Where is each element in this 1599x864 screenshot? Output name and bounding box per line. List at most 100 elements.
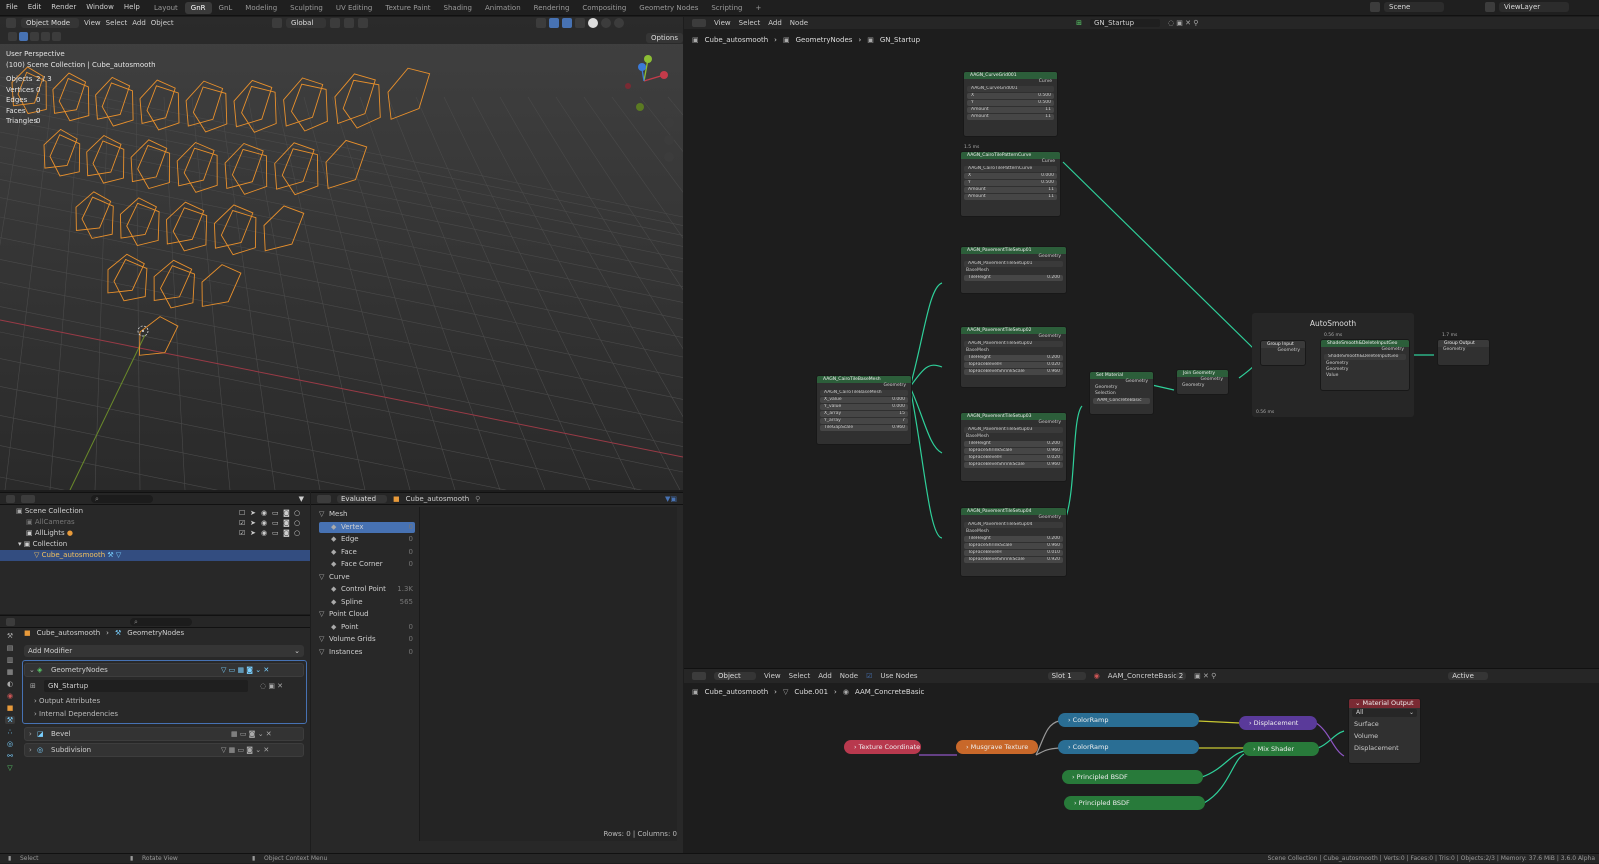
- spreadsheet-domain-instances[interactable]: ▽ Instances 0: [319, 647, 415, 658]
- field-tilegapscale[interactable]: TileGapScale 0.960: [820, 425, 908, 431]
- camera-icon[interactable]: ◙: [283, 529, 294, 537]
- node-curvegrid[interactable]: AAGN_CurveGrid001 Curve AAGN_CurveGrid00…: [963, 71, 1058, 137]
- node-group-output[interactable]: Group Output Geometry: [1437, 339, 1490, 366]
- node-displacement[interactable]: › Displacement: [1239, 716, 1317, 730]
- node-material-output[interactable]: ⌄ Material Output All ⌄ Surface Volume Di…: [1348, 698, 1421, 764]
- expand-arrow-icon[interactable]: ›: [29, 728, 32, 740]
- field-amount[interactable]: Amount 11: [964, 194, 1057, 200]
- menu-render[interactable]: Render: [51, 3, 76, 11]
- spreadsheet-domain-vertex[interactable]: ◆ Vertex 0: [319, 521, 415, 533]
- tab-sculpting[interactable]: Sculpting: [284, 2, 329, 14]
- output-tab-icon[interactable]: ▥: [7, 656, 14, 664]
- modifier-tab-icon[interactable]: ⚒: [4, 716, 16, 724]
- zoom-icon[interactable]: [664, 101, 674, 111]
- 3d-viewport[interactable]: Object Mode View Select Add Object Globa…: [0, 17, 683, 490]
- material-shading-icon[interactable]: [601, 18, 611, 28]
- evaluation-mode-dropdown[interactable]: Evaluated: [337, 494, 387, 503]
- tab-layout[interactable]: Layout: [148, 2, 184, 14]
- add-modifier-button[interactable]: Add Modifier ⌄: [24, 645, 304, 657]
- spreadsheet-table[interactable]: [419, 507, 677, 841]
- options-dropdown[interactable]: Options: [646, 33, 683, 43]
- checkbox-icon[interactable]: ☑: [239, 529, 250, 537]
- node-pavement-tile-setup-01[interactable]: AAGN_PavementTileSetup01 Geometry AAGN_P…: [960, 246, 1067, 294]
- navigation-gizmo[interactable]: [620, 53, 670, 111]
- node-group-field[interactable]: AAGN_PavementTileSetup04: [964, 522, 1063, 528]
- camera-icon[interactable]: ◙: [283, 509, 294, 517]
- node-cairo-tile-pattern-curve[interactable]: AAGN_CairoTilePatternCurve Curve AAGN_Ca…: [960, 151, 1061, 217]
- outliner-search-input[interactable]: ⌕: [91, 494, 153, 503]
- tool-tab-icon[interactable]: ⚒: [7, 632, 13, 640]
- node-principled-bsdf-2[interactable]: › Principled BSDF: [1064, 796, 1205, 810]
- viewlayer-selector[interactable]: ViewLayer: [1485, 2, 1569, 12]
- node-group-selector[interactable]: ⊞ GN_Startup ◌ ▣ ✕: [30, 680, 296, 692]
- node-group-field[interactable]: AAGN_PavementTileSetup01: [964, 261, 1063, 267]
- gizmo-z-icon[interactable]: [638, 63, 646, 71]
- physics-tab-icon[interactable]: ◎: [7, 740, 13, 748]
- solid-shading-icon[interactable]: [588, 18, 598, 28]
- field-x-array[interactable]: X_array 15: [820, 411, 908, 417]
- output-attributes-subpanel[interactable]: › Output Attributes: [34, 697, 100, 705]
- select-mode-extend-icon[interactable]: [30, 32, 39, 41]
- output-target-dropdown[interactable]: All ⌄: [1352, 709, 1417, 717]
- field-topfaceshrinkscale[interactable]: TopFaceShrinkScale 0.960: [964, 448, 1063, 454]
- xray-icon[interactable]: [575, 18, 585, 28]
- gizmo-y-icon[interactable]: [644, 55, 652, 63]
- field-y-array[interactable]: Y_array 7: [820, 418, 908, 424]
- node-group-field[interactable]: ShadeSmooth&DeleteInputGeo: [1324, 354, 1406, 360]
- collapse-arrow-icon[interactable]: ⌄: [29, 664, 35, 676]
- camera-icon[interactable]: ◙: [283, 519, 294, 527]
- properties-editor-icon[interactable]: [6, 617, 15, 626]
- modifier-subdivision[interactable]: › ◎ Subdivision ▽ ▦ ▭ ◙ ⌄ ✕: [24, 743, 304, 757]
- spreadsheet-domain-point[interactable]: ◆ Point 0: [319, 622, 415, 633]
- tab-uv-editing[interactable]: UV Editing: [330, 2, 379, 14]
- select-arrow-icon[interactable]: ➤: [250, 509, 261, 517]
- gizmo-neg-y-icon[interactable]: [636, 103, 644, 111]
- field-x[interactable]: X 0.500: [967, 93, 1054, 99]
- field-tileheight[interactable]: TileHeight 0.200: [964, 355, 1063, 361]
- monitor-icon[interactable]: ▭: [272, 509, 283, 517]
- tab-scripting[interactable]: Scripting: [705, 2, 748, 14]
- scene-tab-icon[interactable]: ◐: [7, 680, 13, 688]
- spreadsheet-domain-curve[interactable]: ▽ Curve: [319, 572, 415, 583]
- select-box-icon[interactable]: [8, 32, 17, 41]
- field-amount[interactable]: Amount 11: [967, 107, 1054, 113]
- properties-search-input[interactable]: ⌕: [130, 617, 192, 626]
- spreadsheet-domain-face-corner[interactable]: ◆ Face Corner 0: [319, 559, 415, 570]
- snap-icon[interactable]: [344, 18, 354, 28]
- node-group-field[interactable]: AAGN_PavementTileSetup03: [964, 427, 1063, 433]
- gizmo-icon[interactable]: [549, 18, 559, 28]
- spreadsheet-domain-face[interactable]: ◆ Face 0: [319, 547, 415, 558]
- field-x[interactable]: X 0.000: [964, 173, 1057, 179]
- scene-name[interactable]: Scene: [1384, 2, 1444, 12]
- node-musgrave-texture[interactable]: › Musgrave Texture: [956, 740, 1038, 754]
- node-join-geometry[interactable]: Join Geometry Geometry Geometry: [1176, 369, 1229, 395]
- node-pavement-tile-setup-04[interactable]: AAGN_PavementTileSetup04 Geometry AAGN_P…: [960, 507, 1067, 577]
- eye-icon[interactable]: ◉: [261, 529, 272, 537]
- outliner-item-cube-autosmooth[interactable]: ▽ Cube_autosmooth ⚒ ▽: [0, 550, 310, 561]
- filter-icon[interactable]: ▼: [299, 495, 304, 503]
- vp-menu-select[interactable]: Select: [106, 19, 128, 27]
- field-topfaceshrinkscale[interactable]: TopFaceShrinkScale 0.960: [964, 543, 1063, 549]
- tab-compositing[interactable]: Compositing: [576, 2, 632, 14]
- field-topfacebevelshrinkscale[interactable]: TopFaceBevelShrinkScale 0.920: [964, 557, 1063, 563]
- fake-user-shield-icon[interactable]: ◌ ▣ ✕: [260, 680, 283, 692]
- select-arrow-icon[interactable]: ➤: [250, 529, 261, 537]
- data-tab-icon[interactable]: ▽: [7, 764, 12, 772]
- node-group-field[interactable]: AAGN_CairoTileBaseMesh: [820, 390, 908, 396]
- node-group-field[interactable]: AAGN_CurveGrid001: [967, 86, 1054, 92]
- add-workspace-button[interactable]: +: [749, 2, 767, 14]
- editor-type-icon[interactable]: [6, 18, 16, 28]
- holdout-icon[interactable]: ○: [294, 509, 305, 517]
- field-x-value[interactable]: X_value 0.000: [820, 397, 908, 403]
- outliner-item-allcameras[interactable]: ▣ AllCameras: [26, 517, 75, 528]
- modifier-visibility-icons[interactable]: ▽ ▦ ▭ ◙ ⌄ ✕: [221, 744, 269, 756]
- outliner-item-alllights[interactable]: ▣ AllLights ●: [26, 528, 73, 539]
- pin-icon[interactable]: ⚲: [475, 495, 480, 503]
- menu-file[interactable]: File: [6, 3, 18, 11]
- outliner-item-collection[interactable]: ▾ ▣ Collection: [18, 539, 67, 550]
- tab-texture-paint[interactable]: Texture Paint: [379, 2, 436, 14]
- pan-hand-icon[interactable]: [664, 118, 674, 128]
- node-pavement-tile-setup-03[interactable]: AAGN_PavementTileSetup03 Geometry AAGN_P…: [960, 412, 1067, 482]
- display-mode-icon[interactable]: [21, 494, 35, 503]
- expand-arrow-icon[interactable]: ›: [29, 744, 32, 756]
